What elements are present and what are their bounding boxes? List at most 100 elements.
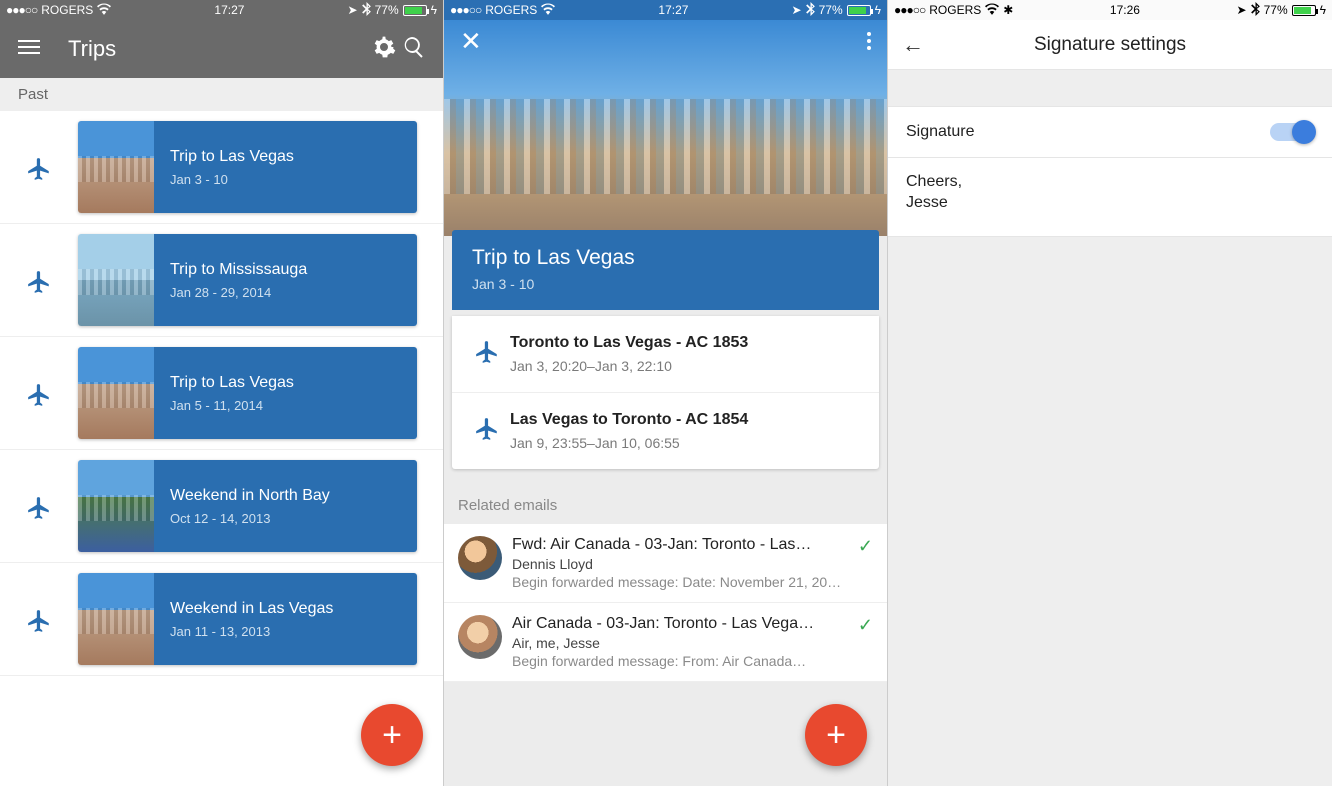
status-bar: ●●●○○ ROGERS 17:27 ➤ 77% ϟ (444, 0, 887, 20)
bluetooth-icon (362, 2, 371, 19)
email-subject: Air Canada - 03-Jan: Toronto - Las Vega… (512, 615, 848, 633)
location-icon: ➤ (792, 3, 802, 17)
signal-dots-icon: ●●●○○ (894, 3, 925, 17)
carrier-label: ROGERS (929, 3, 981, 17)
wifi-icon (985, 3, 999, 18)
trip-header-card: Trip to Las Vegas Jan 3 - 10 (452, 230, 879, 310)
related-emails-list: Fwd: Air Canada - 03-Jan: Toronto - Las…… (444, 524, 887, 682)
screen-signature-settings: ●●●○○ ROGERS ✱ 17:26 ➤ 77% ϟ ← Signature… (888, 0, 1332, 786)
signal-dots-icon: ●●●○○ (6, 3, 37, 17)
trip-row[interactable]: Weekend in North BayOct 12 - 14, 2013 (0, 450, 443, 563)
battery-icon (847, 5, 871, 16)
battery-percent: 77% (375, 3, 399, 17)
email-snippet: Begin forwarded message: From: Air Canad… (512, 653, 848, 669)
trip-row[interactable]: Trip to Las Vegas Jan 3 - 10 (0, 111, 443, 224)
trip-title: Trip to Mississauga (170, 261, 417, 279)
airplane-icon (474, 339, 500, 370)
airplane-icon (26, 269, 52, 300)
signature-text-field[interactable]: Cheers, Jesse (888, 158, 1332, 237)
overflow-button[interactable] (867, 32, 871, 50)
segment-title: Toronto to Las Vegas - AC 1853 (510, 334, 867, 352)
trip-row[interactable]: Trip to Las Vegas Jan 5 - 11, 2014 (0, 337, 443, 450)
email-snippet: Begin forwarded message: Date: November … (512, 574, 848, 590)
spacer (888, 70, 1332, 106)
plus-icon: + (826, 716, 846, 755)
hero-image: ✕ (444, 0, 887, 236)
status-time: 17:27 (658, 3, 688, 17)
trip-dates: Jan 28 - 29, 2014 (170, 285, 417, 300)
screen-trips: ●●●○○ ROGERS 17:27 ➤ 77% ϟ Trips (0, 0, 444, 786)
trip-title: Weekend in Las Vegas (170, 600, 417, 618)
close-icon: ✕ (460, 26, 482, 56)
email-row[interactable]: Fwd: Air Canada - 03-Jan: Toronto - Las…… (444, 524, 887, 603)
carrier-label: ROGERS (485, 3, 537, 17)
wifi-icon (541, 3, 555, 18)
related-emails-label: Related emails (444, 481, 887, 524)
location-icon: ➤ (348, 3, 358, 17)
segment-title: Las Vegas to Toronto - AC 1854 (510, 411, 867, 429)
trip-title: Trip to Las Vegas (170, 148, 417, 166)
hamburger-icon (18, 36, 40, 58)
search-button[interactable] (399, 35, 429, 64)
email-from: Dennis Lloyd (512, 556, 848, 572)
trip-row[interactable]: Weekend in Las Vegas Jan 11 - 13, 2013 (0, 563, 443, 676)
email-from: Air, me, Jesse (512, 635, 848, 651)
close-button[interactable]: ✕ (460, 26, 482, 57)
settings-button[interactable] (369, 35, 399, 64)
bluetooth-icon (1251, 2, 1260, 19)
header-title: Trips (68, 36, 369, 62)
charging-icon: ϟ (1320, 3, 1326, 17)
airplane-icon (26, 495, 52, 526)
signature-toggle[interactable] (1270, 123, 1314, 141)
flight-segment[interactable]: Toronto to Las Vegas - AC 1853 Jan 3, 20… (452, 316, 879, 393)
trip-thumbnail (78, 460, 154, 552)
trip-dates: Jan 3 - 10 (472, 276, 859, 292)
battery-icon (403, 5, 427, 16)
plus-icon: + (382, 716, 402, 755)
status-bar: ●●●○○ ROGERS 17:27 ➤ 77% ϟ (0, 0, 443, 20)
trip-dates: Jan 3 - 10 (170, 172, 417, 187)
segments-card: Toronto to Las Vegas - AC 1853 Jan 3, 20… (452, 316, 879, 469)
trip-title: Trip to Las Vegas (472, 246, 859, 270)
segment-times: Jan 9, 23:55–Jan 10, 06:55 (510, 435, 867, 451)
trip-thumbnail (78, 121, 154, 213)
airplane-icon (474, 416, 500, 447)
screen-trip-detail: ●●●○○ ROGERS 17:27 ➤ 77% ϟ ✕ (444, 0, 888, 786)
wifi-icon (97, 3, 111, 18)
trip-title: Trip to Las Vegas (170, 374, 417, 392)
menu-button[interactable] (14, 36, 44, 63)
create-button[interactable]: + (805, 704, 867, 766)
airplane-icon (26, 156, 52, 187)
flight-segment[interactable]: Las Vegas to Toronto - AC 1854 Jan 9, 23… (452, 393, 879, 469)
email-row[interactable]: Air Canada - 03-Jan: Toronto - Las Vega…… (444, 603, 887, 682)
bluetooth-icon (806, 2, 815, 19)
app-header: Trips (0, 20, 443, 78)
signature-toggle-row[interactable]: Signature (888, 106, 1332, 158)
location-icon: ➤ (1237, 3, 1247, 17)
status-time: 17:26 (1110, 3, 1140, 17)
trip-thumbnail (78, 347, 154, 439)
create-button[interactable]: + (361, 704, 423, 766)
carrier-label: ROGERS (41, 3, 93, 17)
battery-icon (1292, 5, 1316, 16)
trip-list[interactable]: Trip to Las Vegas Jan 3 - 10 Trip to Miss… (0, 111, 443, 676)
trip-dates: Oct 12 - 14, 2013 (170, 511, 417, 526)
loading-icon: ✱ (1003, 3, 1013, 17)
avatar (458, 615, 502, 659)
header-title: Signature settings (902, 34, 1318, 56)
status-time: 17:27 (214, 3, 244, 17)
check-icon: ✓ (858, 615, 873, 636)
avatar (458, 536, 502, 580)
status-bar: ●●●○○ ROGERS ✱ 17:26 ➤ 77% ϟ (888, 0, 1332, 20)
section-label-past: Past (0, 78, 443, 111)
battery-percent: 77% (819, 3, 843, 17)
app-header: ← Signature settings (888, 20, 1332, 70)
trip-row[interactable]: Trip to Mississauga Jan 28 - 29, 2014 (0, 224, 443, 337)
trip-dates: Jan 5 - 11, 2014 (170, 398, 417, 413)
trip-dates: Jan 11 - 13, 2013 (170, 624, 417, 639)
charging-icon: ϟ (431, 3, 437, 17)
charging-icon: ϟ (875, 3, 881, 17)
battery-percent: 77% (1264, 3, 1288, 17)
email-subject: Fwd: Air Canada - 03-Jan: Toronto - Las… (512, 536, 848, 554)
signature-toggle-label: Signature (906, 123, 975, 141)
